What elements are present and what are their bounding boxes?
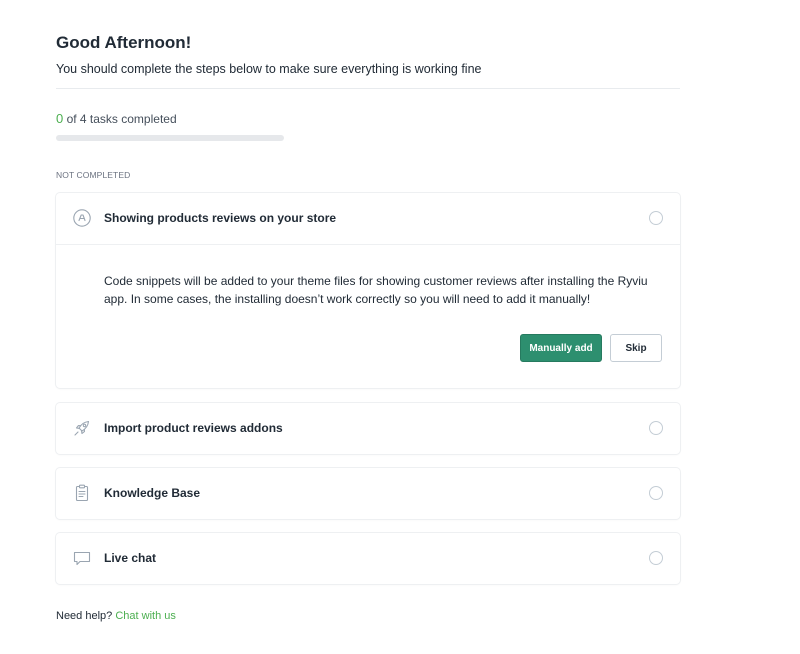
- task-status-radio[interactable]: [649, 551, 663, 565]
- task-description: Code snippets will be added to your them…: [104, 274, 648, 306]
- task-card-knowledge-base[interactable]: Knowledge Base: [56, 468, 680, 519]
- task-title: Import product reviews addons: [104, 421, 283, 435]
- task-status-radio[interactable]: [649, 211, 663, 225]
- task-title: Showing products reviews on your store: [104, 211, 337, 225]
- progress-bar: [56, 135, 284, 141]
- review-badge-icon: [73, 209, 91, 227]
- chat-bubble-icon: [73, 551, 91, 566]
- help-footer: Need help? Chat with us: [56, 610, 176, 622]
- task-status-radio[interactable]: [649, 421, 663, 435]
- skip-button[interactable]: Skip: [610, 334, 662, 362]
- rocket-icon: [74, 420, 90, 436]
- progress-label: 0 of 4 tasks completed: [56, 111, 177, 126]
- task-header[interactable]: Showing products reviews on your store: [56, 193, 680, 244]
- progress-suffix: of 4 tasks completed: [63, 112, 177, 126]
- header-divider: [56, 88, 680, 89]
- manually-add-button[interactable]: Manually add: [520, 334, 602, 362]
- task-card-import-addons[interactable]: Import product reviews addons: [56, 403, 680, 454]
- task-header[interactable]: Live chat: [56, 533, 680, 584]
- task-card-live-chat[interactable]: Live chat: [56, 533, 680, 584]
- clipboard-icon: [75, 484, 89, 502]
- task-title: Live chat: [104, 551, 157, 565]
- greeting-subtitle: You should complete the steps below to m…: [56, 62, 482, 76]
- task-details: Code snippets will be added to your them…: [56, 244, 680, 388]
- chat-with-us-link[interactable]: Chat with us: [115, 610, 176, 622]
- task-status-radio[interactable]: [649, 486, 663, 500]
- section-label-not-completed: NOT COMPLETED: [56, 170, 131, 180]
- task-header[interactable]: Knowledge Base: [56, 468, 680, 519]
- help-text: Need help?: [56, 610, 113, 622]
- greeting-title: Good Afternoon!: [56, 33, 192, 52]
- task-card-product-reviews: Showing products reviews on your store C…: [56, 193, 680, 388]
- task-title: Knowledge Base: [104, 486, 201, 500]
- task-header[interactable]: Import product reviews addons: [56, 403, 680, 454]
